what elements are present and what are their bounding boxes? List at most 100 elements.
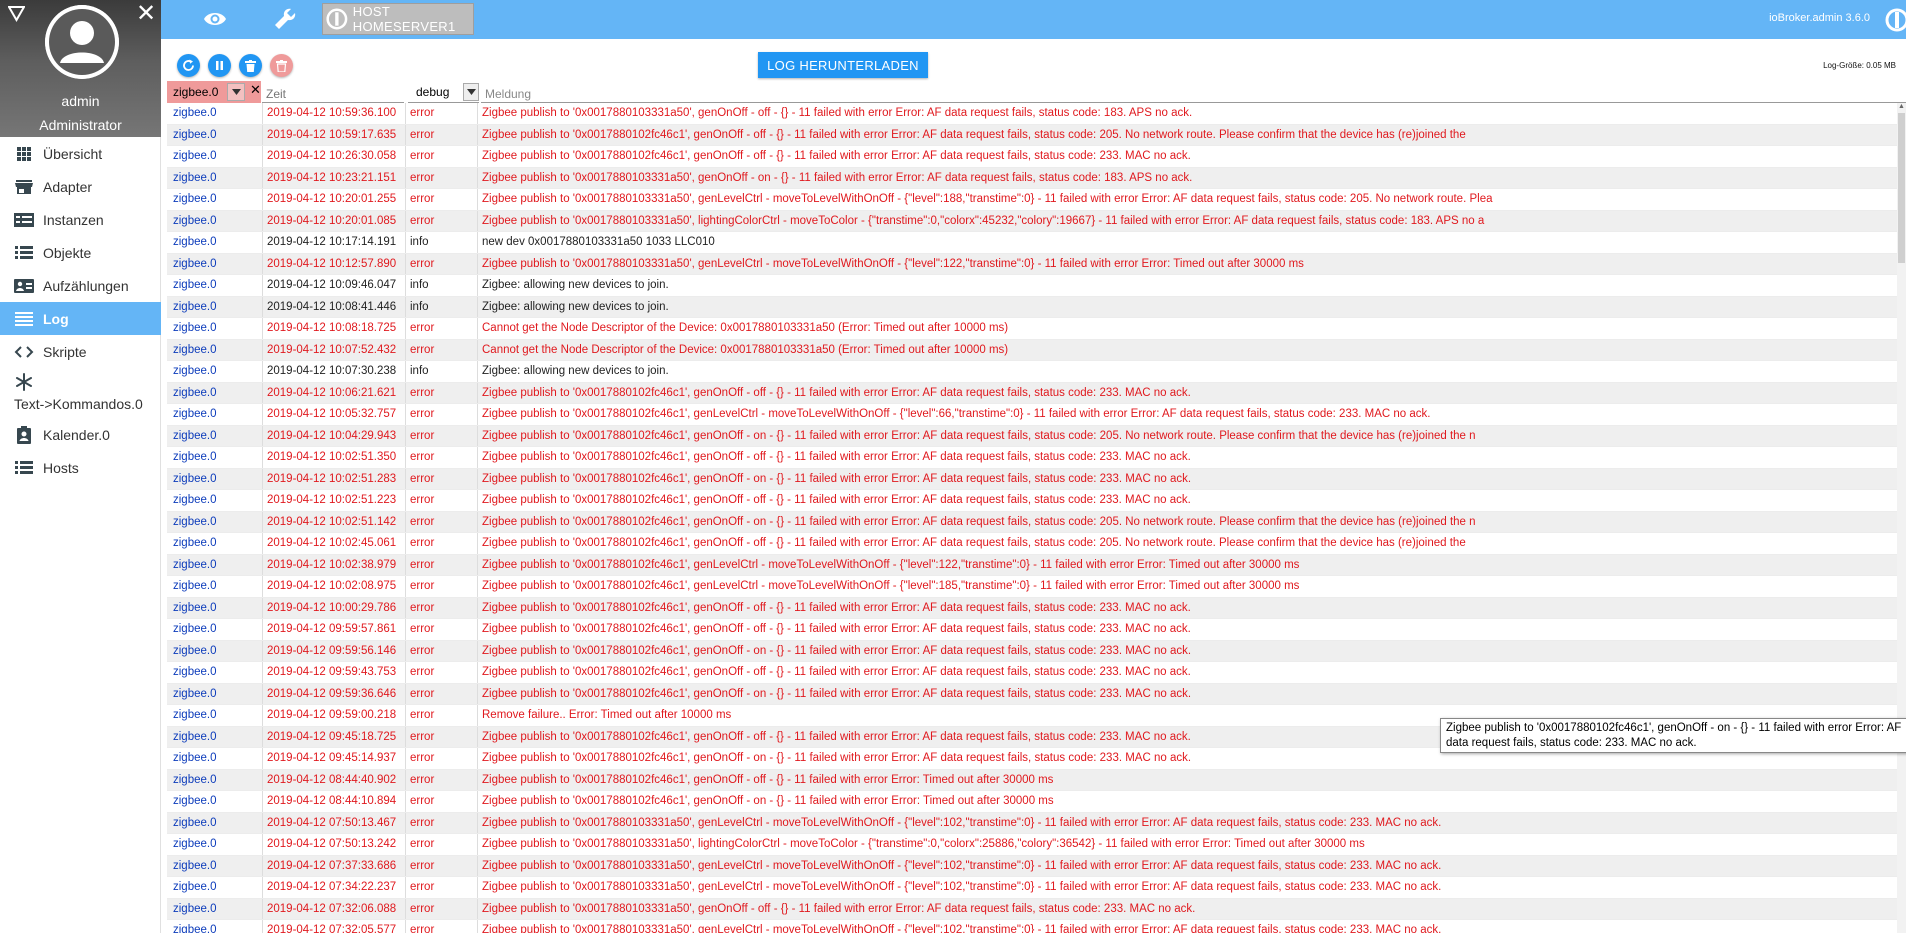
code-icon [14,344,34,360]
delete-button[interactable] [239,54,262,77]
log-row[interactable]: zigbee.0 2019-04-12 10:05:32.757 error Zigb… [167,404,1897,426]
log-row[interactable]: zigbee.0 2019-04-12 09:59:56.146 error Zigb… [167,640,1897,662]
log-row[interactable]: zigbee.0 2019-04-12 10:07:52.432 error Cann… [167,339,1897,361]
log-row[interactable]: zigbee.0 2019-04-12 10:07:30.238 info Zigbe… [167,361,1897,383]
chevron-down-icon[interactable] [463,83,479,101]
download-log-button[interactable]: LOG HERUNTERLADEN [758,52,928,78]
log-row[interactable]: zigbee.0 2019-04-12 07:32:05.577 error Zigb… [167,920,1897,933]
pause-button[interactable] [208,54,231,77]
log-severity: error [405,468,477,489]
log-icon [14,311,34,327]
log-row[interactable]: zigbee.0 2019-04-12 10:08:18.725 error Cann… [167,318,1897,340]
log-time: 2019-04-12 10:07:30.238 [262,361,405,382]
log-row[interactable]: zigbee.0 2019-04-12 10:02:45.061 error Zigb… [167,533,1897,555]
log-row[interactable]: zigbee.0 2019-04-12 09:59:36.646 error Zigb… [167,683,1897,705]
log-time: 2019-04-12 10:02:51.223 [262,490,405,511]
log-row[interactable]: zigbee.0 2019-04-12 10:06:21.621 error Zigb… [167,382,1897,404]
wrench-icon[interactable] [273,7,297,31]
log-message: Zigbee publish to '0x0017880102fc46c1', … [477,597,1897,618]
log-row[interactable]: zigbee.0 2019-04-12 09:59:57.861 error Zigb… [167,619,1897,641]
instance-filter[interactable]: zigbee.0 ✕ [167,81,261,103]
log-row[interactable]: zigbee.0 2019-04-12 10:00:29.786 error Zigb… [167,597,1897,619]
sidebar-item-text-kommandos[interactable]: Text->Kommandos.0 [0,368,161,418]
log-row[interactable]: zigbee.0 2019-04-12 08:44:10.894 error Zigb… [167,791,1897,813]
log-severity: error [405,404,477,425]
top-bar: HOST HOMESERVER1 ioBroker.admin 3.6.0 [161,0,1906,39]
sidebar-item-skripte[interactable]: Skripte [0,335,161,368]
log-row[interactable]: zigbee.0 2019-04-12 07:50:13.467 error Zigb… [167,812,1897,834]
log-severity: error [405,619,477,640]
log-row[interactable]: zigbee.0 2019-04-12 10:09:46.047 info Zigbe… [167,275,1897,297]
refresh-button[interactable] [177,54,200,77]
log-row[interactable]: zigbee.0 2019-04-12 10:02:51.283 error Zigb… [167,468,1897,490]
eye-icon[interactable] [203,8,227,30]
clear-filter-icon[interactable]: ✕ [250,82,261,98]
log-source: zigbee.0 [173,236,217,248]
sidebar-item-hosts[interactable]: Hosts [0,451,161,484]
log-message: Zigbee publish to '0x0017880103331a50', … [477,253,1897,274]
log-row[interactable]: zigbee.0 2019-04-12 10:20:01.085 error Zigb… [167,210,1897,232]
log-row[interactable]: zigbee.0 2019-04-12 10:23:21.151 error Zigb… [167,167,1897,189]
sidebar-item-log[interactable]: Log [0,302,161,335]
chevron-down-icon[interactable] [227,83,245,101]
log-row[interactable]: zigbee.0 2019-04-12 07:32:06.088 error Zigb… [167,898,1897,920]
scroll-up-icon[interactable]: ▲ [1897,103,1906,112]
log-time: 2019-04-12 10:59:17.635 [262,124,405,145]
sidebar-item-adapter[interactable]: Adapter [0,170,161,203]
host-selector[interactable]: HOST HOMESERVER1 [322,3,474,35]
log-source: zigbee.0 [173,838,217,850]
sidebar-item-aufzaehlungen[interactable]: Aufzählungen [0,269,161,302]
sidebar-item-kalender[interactable]: Kalender.0 [0,418,161,451]
log-row[interactable]: zigbee.0 2019-04-12 10:17:14.191 info new d… [167,232,1897,254]
sidebar-item-label: Skripte [43,343,87,360]
instances-icon [14,212,34,228]
log-row[interactable]: zigbee.0 2019-04-12 08:44:40.902 error Zigb… [167,769,1897,791]
log-row[interactable]: zigbee.0 2019-04-12 09:59:43.753 error Zigb… [167,662,1897,684]
log-row[interactable]: zigbee.0 2019-04-12 10:12:57.890 error Zigb… [167,253,1897,275]
log-severity: error [405,554,477,575]
log-row[interactable]: zigbee.0 2019-04-12 10:26:30.058 error Zigb… [167,146,1897,168]
log-message: Zigbee publish to '0x0017880102fc46c1', … [477,468,1897,489]
log-source: zigbee.0 [173,429,217,442]
log-time: 2019-04-12 10:02:08.975 [262,576,405,597]
log-row[interactable]: zigbee.0 2019-04-12 10:02:08.975 error Zigb… [167,576,1897,598]
log-row[interactable]: zigbee.0 2019-04-12 10:20:01.255 error Zigb… [167,189,1897,211]
log-time: 2019-04-12 10:04:29.943 [262,425,405,446]
scrollbar[interactable]: ▲ [1897,103,1906,933]
log-row[interactable]: zigbee.0 2019-04-12 10:02:38.979 error Zigb… [167,554,1897,576]
menu-triangle-icon[interactable] [8,5,25,22]
time-filter-input[interactable] [262,81,404,103]
log-source: zigbee.0 [173,558,217,571]
log-row[interactable]: zigbee.0 2019-04-12 07:37:33.686 error Zigb… [167,855,1897,877]
log-time: 2019-04-12 09:45:14.937 [262,748,405,769]
sidebar-item-uebersicht[interactable]: Übersicht [0,137,161,170]
sidebar-item-instanzen[interactable]: Instanzen [0,203,161,236]
close-icon[interactable]: ✕ [136,2,156,26]
log-message: Cannot get the Node Descriptor of the De… [477,318,1897,339]
sidebar-item-objekte[interactable]: Objekte [0,236,161,269]
delete-all-button[interactable] [270,54,293,77]
log-row[interactable]: zigbee.0 2019-04-12 10:08:41.446 info Zigbe… [167,296,1897,318]
log-message: Zigbee publish to '0x0017880103331a50', … [477,167,1897,188]
log-time: 2019-04-12 07:32:06.088 [262,898,405,919]
enum-icon [14,278,34,294]
avatar [45,5,119,79]
scrollbar-thumb[interactable] [1898,113,1905,263]
message-filter-input[interactable] [481,81,1906,103]
log-message: Zigbee publish to '0x0017880102fc46c1', … [477,683,1897,704]
log-row[interactable]: zigbee.0 2019-04-12 10:59:17.635 error Zigb… [167,124,1897,146]
log-row[interactable]: zigbee.0 2019-04-12 10:59:36.100 error Zigb… [167,103,1897,125]
log-row[interactable]: zigbee.0 2019-04-12 07:50:13.242 error Zigb… [167,834,1897,856]
log-time: 2019-04-12 08:44:40.902 [262,769,405,790]
log-message: Zigbee publish to '0x0017880102fc46c1', … [477,146,1897,167]
log-severity: error [405,318,477,339]
severity-filter[interactable]: debug [408,81,479,103]
log-row[interactable]: zigbee.0 2019-04-12 10:02:51.350 error Zigb… [167,447,1897,469]
log-row[interactable]: zigbee.0 2019-04-12 10:02:51.223 error Zigb… [167,490,1897,512]
log-size-label: Log-Größe: 0.05 MB [1823,61,1896,70]
log-row[interactable]: zigbee.0 2019-04-12 10:02:51.142 error Zigb… [167,511,1897,533]
log-message: Zigbee publish to '0x0017880102fc46c1', … [477,425,1897,446]
log-row[interactable]: zigbee.0 2019-04-12 07:34:22.237 error Zigb… [167,877,1897,899]
sidebar: ✕ admin Administrator Übersicht Adapter … [0,0,161,933]
log-row[interactable]: zigbee.0 2019-04-12 10:04:29.943 error Zigb… [167,425,1897,447]
